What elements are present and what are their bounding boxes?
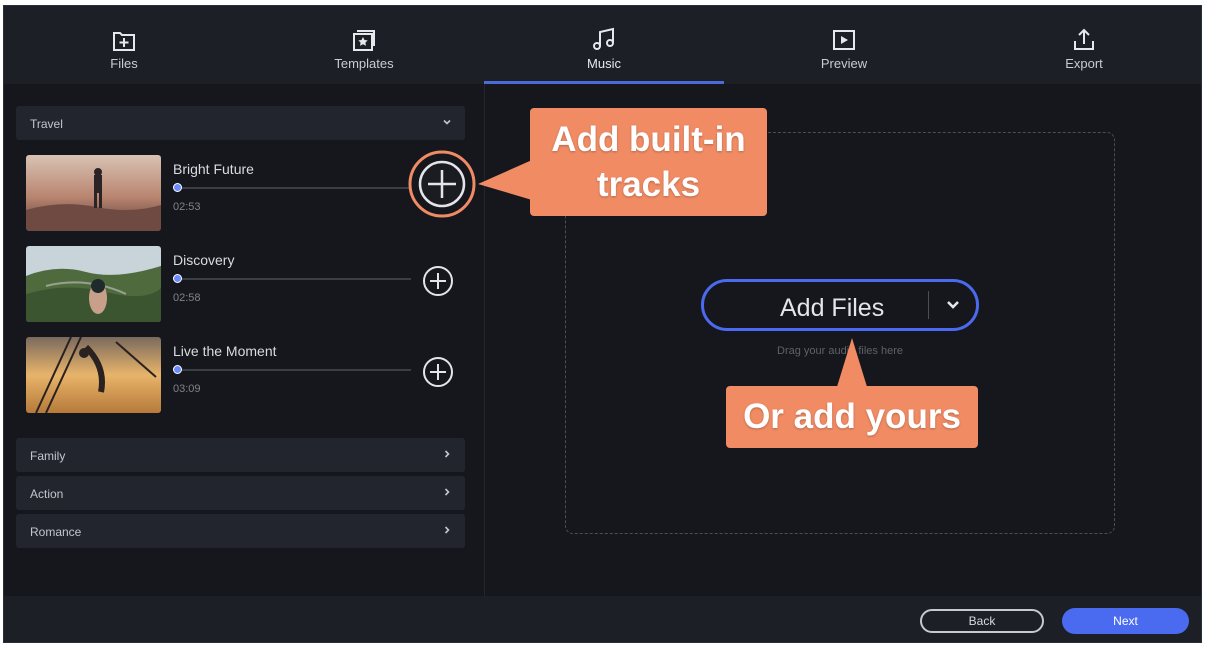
track-title: Live the Moment <box>173 343 277 359</box>
tab-preview[interactable]: Preview <box>724 6 964 84</box>
tab-files-label: Files <box>110 56 138 71</box>
music-note-icon <box>593 27 614 50</box>
category-travel[interactable]: Travel <box>16 106 465 140</box>
track-progress-slider[interactable] <box>173 365 411 374</box>
track-thumbnail <box>26 337 161 413</box>
music-library-panel: Travel Bright Future 02:53 Discovery 02:… <box>4 84 484 596</box>
track-title: Bright Future <box>173 161 254 177</box>
slider-handle[interactable] <box>173 183 182 192</box>
back-button[interactable]: Back <box>920 609 1044 633</box>
callout-add-builtin: Add built-in tracks <box>530 108 767 216</box>
add-files-label: Add Files <box>780 294 885 322</box>
chevron-down-icon[interactable] <box>944 296 962 314</box>
category-romance-label: Romance <box>30 525 82 539</box>
track-item[interactable]: Live the Moment 03:09 <box>26 337 466 415</box>
footer-bar: Back Next <box>4 596 1201 642</box>
tab-music[interactable]: Music <box>484 6 724 84</box>
active-tab-indicator <box>484 81 724 84</box>
category-action-label: Action <box>30 487 64 501</box>
chevron-right-icon <box>444 526 450 534</box>
chevron-right-icon <box>444 488 450 496</box>
tab-templates-label: Templates <box>334 56 394 71</box>
next-button[interactable]: Next <box>1062 608 1189 634</box>
add-track-button[interactable] <box>418 160 466 208</box>
add-track-button[interactable] <box>422 265 454 297</box>
add-files-button[interactable]: Add Files <box>701 279 979 331</box>
slider-handle[interactable] <box>173 274 182 283</box>
chevron-right-icon <box>444 450 450 458</box>
panel-divider <box>484 84 485 596</box>
export-upload-icon <box>1074 28 1094 50</box>
callout-builtin-line2: tracks <box>596 165 701 204</box>
track-item[interactable]: Bright Future 02:53 <box>26 155 466 233</box>
tab-export[interactable]: Export <box>964 6 1201 84</box>
step-tabs-bar: Files Templates Music Preview Export <box>4 6 1201 84</box>
track-thumbnail <box>26 246 161 322</box>
track-progress-slider[interactable] <box>173 183 411 192</box>
track-title: Discovery <box>173 252 235 268</box>
category-family-label: Family <box>30 449 66 463</box>
track-item[interactable]: Discovery 02:58 <box>26 246 466 324</box>
templates-icon <box>353 30 375 51</box>
track-duration: 03:09 <box>173 383 201 395</box>
category-family[interactable]: Family <box>16 438 465 472</box>
track-progress-slider[interactable] <box>173 274 411 283</box>
tab-export-label: Export <box>1065 56 1103 71</box>
category-romance[interactable]: Romance <box>16 514 465 548</box>
tab-files[interactable]: Files <box>4 6 244 84</box>
split-divider <box>928 291 929 319</box>
play-preview-icon <box>833 30 855 50</box>
tab-templates[interactable]: Templates <box>244 6 484 84</box>
tab-music-label: Music <box>587 56 621 71</box>
files-add-icon <box>113 32 135 51</box>
category-travel-label: Travel <box>30 117 63 131</box>
category-action[interactable]: Action <box>16 476 465 510</box>
callout-add-yours: Or add yours <box>726 386 978 448</box>
add-track-button[interactable] <box>422 356 454 388</box>
slider-handle[interactable] <box>173 365 182 374</box>
tab-preview-label: Preview <box>820 56 868 71</box>
callout-builtin-line1: Add built-in <box>551 120 746 159</box>
drag-hint-text: Drag your audio files here <box>777 345 903 357</box>
chevron-down-icon <box>443 119 451 125</box>
track-duration: 02:58 <box>173 292 201 304</box>
track-duration: 02:53 <box>173 201 201 213</box>
track-thumbnail <box>26 155 161 231</box>
